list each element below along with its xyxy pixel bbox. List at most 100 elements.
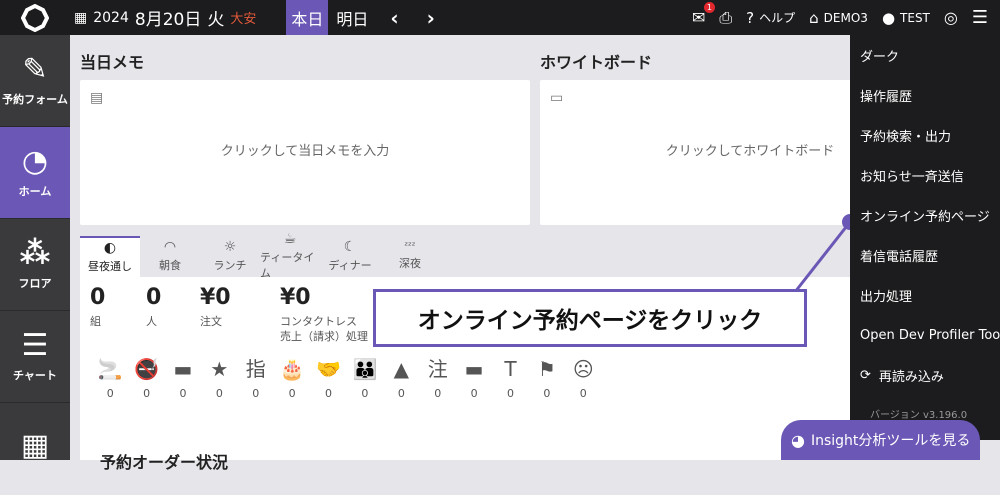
status-count: 0	[179, 387, 187, 400]
print-icon[interactable]: ⎙	[719, 8, 732, 28]
cup-icon: ☕	[283, 231, 297, 247]
t-icon: T	[504, 357, 517, 381]
insight-label: Insight分析ツールを見る	[810, 433, 971, 449]
tomorrow-button[interactable]: 明日	[328, 6, 376, 30]
status-count: 0	[470, 387, 478, 400]
stat-orders: ¥0 注文	[200, 285, 231, 329]
tab-label: 昼夜通し	[88, 260, 132, 273]
tab-breakfast[interactable]: ◠ 朝食	[140, 236, 200, 277]
tab-label: 朝食	[159, 259, 181, 272]
store-button[interactable]: ⌂ DEMO3	[809, 9, 868, 27]
help-button[interactable]: ? ヘルプ	[746, 9, 795, 27]
edit-icon: ✎	[22, 51, 48, 87]
group-icon: 👪	[352, 357, 378, 381]
user-button[interactable]: ● TEST	[882, 9, 930, 27]
status-icon-item: ★ 0	[201, 357, 237, 400]
next-day-icon[interactable]: ›	[413, 6, 449, 30]
floor-icon: ⁂	[19, 235, 51, 271]
menu-item-search[interactable]: 予約検索・出力	[850, 115, 1000, 155]
memo-icon: ▤	[90, 90, 104, 106]
sidebar-item-home[interactable]: ◔ ホーム	[0, 127, 70, 219]
dash-icon: ▬	[464, 357, 484, 381]
sidebar: ✎ 予約フォーム ◔ ホーム ⁂ フロア ☰ チャート ▦	[0, 35, 70, 461]
stat-label: コンタクトレス 売上（請求）処理	[280, 315, 368, 343]
menu-item-reload[interactable]: ⟳ 再読み込み	[850, 355, 1000, 395]
status-count: 0	[325, 387, 333, 400]
mail-icon: ✉	[691, 8, 706, 27]
dizzy-face-icon: ☹	[572, 357, 594, 381]
help-label: ヘルプ	[759, 11, 796, 25]
store-icon: ⌂	[809, 8, 819, 27]
flag-icon: ⚑	[537, 357, 556, 381]
kanji-chu-icon: 注	[427, 357, 448, 381]
menu-item-dark[interactable]: ダーク	[850, 35, 1000, 75]
sidebar-item-label: 予約フォーム	[2, 92, 68, 106]
status-count: 0	[397, 387, 405, 400]
table-icon: ▦	[20, 428, 50, 463]
status-icon-item: 🎂 0	[274, 357, 310, 400]
stat-value: ¥0	[200, 285, 231, 310]
user-label: TEST	[900, 10, 930, 25]
mail-button[interactable]: ✉ 1	[691, 2, 715, 27]
sidebar-item-label: ホーム	[18, 184, 52, 198]
reload-icon: ⟳	[860, 367, 871, 383]
status-count: 0	[434, 387, 442, 400]
user-icon: ●	[881, 8, 896, 27]
tab-label: 深夜	[399, 257, 421, 270]
half-circle-icon: ◐	[103, 240, 117, 256]
stat-value: ¥0	[280, 285, 311, 310]
dropdown-menu: ダーク 操作履歴 予約検索・出力 お知らせ一斉送信 オンライン予約ページ 着信電…	[850, 35, 1000, 440]
date-display[interactable]: ▦ 2024 8月20日 火 大安	[74, 0, 256, 35]
tab-late-night[interactable]: ᶻᶻᶻ 深夜	[380, 236, 440, 277]
sidebar-item-table[interactable]: ▦	[0, 403, 70, 495]
status-icon-item: ▬ 0	[165, 357, 201, 400]
memo-title: 当日メモ	[80, 53, 145, 72]
warning-icon: ▲	[393, 357, 410, 381]
tab-teatime[interactable]: ☕ ティータイム	[260, 232, 320, 280]
help-icon: ?	[746, 8, 755, 27]
date-year: 2024	[93, 9, 129, 26]
status-icon-row: 🚬 0 🚭 0 ▬ 0 ★ 0 指 0 🎂 0 🤝 0 👪 0 ▲ 0 注 0 ▬ 0 T 0 ⚑ 0 ☹ 0	[92, 357, 601, 400]
header-actions: ✉ 1 ⎙ ? ヘルプ ⌂ DEMO3 ● TEST ◎ ☰	[692, 0, 1000, 35]
sidebar-item-chart[interactable]: ☰ チャート	[0, 311, 70, 403]
status-icon-item: ▬ 0	[456, 357, 492, 400]
smoking-icon: 🚬	[97, 357, 123, 381]
app-logo-icon[interactable]	[0, 0, 70, 35]
menu-item-broadcast[interactable]: お知らせ一斉送信	[850, 155, 1000, 195]
today-button[interactable]: 本日	[286, 0, 329, 35]
menu-item-history[interactable]: 操作履歴	[850, 75, 1000, 115]
status-count: 0	[143, 387, 151, 400]
sunrise-icon: ◠	[163, 239, 177, 255]
status-icon-item: ▲ 0	[383, 357, 419, 400]
tab-all-day[interactable]: ◐ 昼夜通し	[80, 236, 140, 277]
whiteboard-icon: ▭	[550, 90, 564, 106]
memo-card[interactable]: ▤ クリックして当日メモを入力	[80, 80, 530, 225]
tab-dinner[interactable]: ☾ ディナー	[320, 236, 380, 277]
menu-item-online-booking[interactable]: オンライン予約ページ	[850, 195, 1000, 235]
status-count: 0	[215, 387, 223, 400]
sidebar-item-reservation-form[interactable]: ✎ 予約フォーム	[0, 35, 70, 127]
sun-icon: ☼	[223, 239, 237, 255]
status-count: 0	[252, 387, 260, 400]
insight-button[interactable]: ◕ Insight分析ツールを見る	[781, 420, 980, 460]
status-count: 0	[543, 387, 551, 400]
tab-label: ディナー	[328, 259, 372, 272]
moon-icon: ☾	[343, 239, 357, 255]
status-count: 0	[288, 387, 296, 400]
reload-label: 再読み込み	[878, 369, 944, 385]
top-bar: ▦ 2024 8月20日 火 大安 本日 明日 ‹ › ✉ 1 ⎙ ? ヘルプ …	[0, 0, 1000, 35]
stat-label: 注文	[200, 315, 222, 328]
menu-item-profiler[interactable]: Open Dev Profiler Tool	[850, 315, 1000, 355]
status-count: 0	[106, 387, 114, 400]
globe-icon[interactable]: ◎	[944, 8, 958, 27]
hamburger-menu-icon[interactable]: ☰	[972, 7, 988, 28]
menu-item-call-history[interactable]: 着信電話履歴	[850, 235, 1000, 275]
status-icon-item: 🤝 0	[310, 357, 346, 400]
tab-lunch[interactable]: ☼ ランチ	[200, 236, 260, 277]
notification-badge: 1	[703, 2, 715, 13]
sidebar-item-floor[interactable]: ⁂ フロア	[0, 219, 70, 311]
menu-item-output[interactable]: 出力処理	[850, 275, 1000, 315]
status-icon-item: 👪 0	[347, 357, 383, 400]
prev-day-icon[interactable]: ‹	[376, 6, 412, 30]
pie-chart-icon: ◕	[791, 430, 805, 450]
